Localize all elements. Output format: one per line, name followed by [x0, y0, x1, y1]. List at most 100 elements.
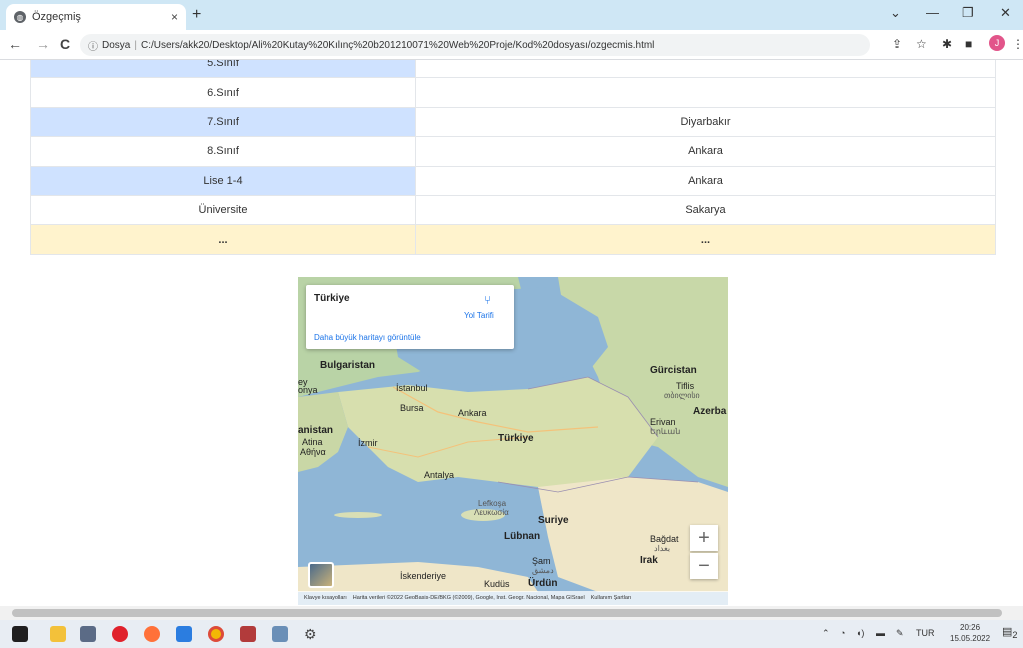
map-label-istanbul: İstanbul: [396, 383, 428, 393]
map-label-georgia: Gürcistan: [650, 365, 697, 376]
map-label-jerusalem: Kudüs: [484, 579, 510, 589]
education-city-cell: [415, 77, 996, 108]
vscode-icon[interactable]: [176, 626, 192, 642]
wifi-icon[interactable]: ◔: [840, 628, 845, 638]
share-icon[interactable]: ⇪: [892, 37, 902, 51]
education-level-cell: Lise 1-4: [30, 165, 416, 196]
map-label-lebanon: Lübnan: [504, 531, 541, 542]
education-level-cell: ...: [30, 224, 416, 255]
directions-link[interactable]: Yol Tarifi: [464, 311, 494, 320]
directions-icon[interactable]: ⑂: [484, 293, 498, 307]
map-label-azerbaijan: Azerba: [693, 406, 727, 417]
map-label-turkey: Türkiye: [498, 433, 534, 444]
volume-icon[interactable]: ◖): [856, 628, 864, 638]
language-indicator[interactable]: TUR: [916, 628, 935, 638]
start-icon[interactable]: [12, 626, 28, 642]
map-label-baghdad-local: بغداد: [654, 544, 671, 553]
menu-icon[interactable]: ⋮: [1012, 37, 1023, 51]
restore-button[interactable]: ❐: [962, 5, 974, 21]
forward-button[interactable]: →: [36, 36, 50, 52]
bookmark-star-icon[interactable]: ☆: [916, 37, 927, 51]
map-label-yerevan: Erivan: [650, 417, 676, 427]
education-level-cell: 6.Sınıf: [30, 77, 416, 108]
map-label-nicosia-local: Λευκωσία: [474, 508, 509, 517]
horizontal-scrollbar[interactable]: [0, 606, 1023, 620]
network-app-icon[interactable]: [80, 626, 96, 642]
map-data-text: Harita verileri ©2022 GeoBasis-DE/BKG (©…: [352, 595, 585, 601]
map-label-syria: Suriye: [538, 515, 569, 526]
map-label-antalya: Antalya: [424, 470, 455, 480]
map-label-nicosia: Lefkoşa: [478, 499, 507, 508]
satellite-toggle-thumbnail[interactable]: [308, 562, 334, 588]
side-panel-icon[interactable]: ■: [965, 37, 972, 51]
education-level-cell: 8.Sınıf: [30, 136, 416, 167]
minimize-button[interactable]: —: [926, 5, 939, 20]
clock[interactable]: 20:26 15.05.2022: [950, 622, 990, 644]
table-row: ......: [30, 224, 996, 255]
notifications-count: 2: [1012, 630, 1018, 641]
new-tab-button[interactable]: +: [192, 6, 201, 24]
profile-avatar[interactable]: J: [989, 35, 1005, 51]
larger-map-link[interactable]: Daha büyük haritayı görüntüle: [314, 333, 421, 342]
clock-date: 15.05.2022: [950, 634, 991, 643]
scrollbar-thumb[interactable]: [12, 609, 1002, 617]
map-attribution: Klavye kısayolları Harita verileri ©2022…: [298, 591, 728, 605]
file-explorer-icon[interactable]: [50, 626, 66, 642]
map-label-athens: Atina: [302, 437, 323, 447]
toolbar: ← → C ⓘ Dosya | C:/Users/akk20/Desktop/A…: [0, 30, 1023, 60]
back-button[interactable]: ←: [8, 36, 22, 52]
place-card: Türkiye ⑂ Yol Tarifi Daha büyük haritayı…: [306, 285, 514, 349]
map-label-edge-2: onya: [298, 385, 318, 395]
url-text: C:/Users/akk20/Desktop/Ali%20Kutay%20Kıl…: [140, 39, 655, 51]
table-row: 5.Sınıf: [30, 60, 996, 79]
education-city-cell: Ankara: [415, 165, 996, 196]
battery-icon[interactable]: ▬: [876, 628, 885, 638]
zoom-out-button[interactable]: −: [690, 553, 718, 579]
map-label-bursa: Bursa: [400, 403, 424, 413]
page-content: 5.Sınıf 6.Sınıf 7.Sınıf Diyarbakır 8.Sınıf An…: [0, 60, 1023, 606]
map-label-ankara: Ankara: [458, 408, 487, 418]
tab-strip: ◍ Özgeçmiş × + ⌄ — ❐ ✕: [0, 0, 1023, 30]
map-label-damascus-local: دمشق: [532, 566, 554, 575]
education-level-cell: Üniversite: [30, 194, 416, 226]
table-row: Lise 1-4 Ankara: [30, 165, 996, 196]
windows-taskbar: ⚙ ⌃ ◔ ◖) ▬ ✎ TUR 20:26 15.05.2022 ▤2: [0, 620, 1023, 648]
media-app-icon[interactable]: [272, 626, 288, 642]
google-map[interactable]: ey onya Bulgaristan İstanbul Bursa Ankar…: [298, 277, 728, 605]
education-city-cell: Sakarya: [415, 194, 996, 226]
table-row: 7.Sınıf Diyarbakır: [30, 106, 996, 138]
education-level-cell: 7.Sınıf: [30, 106, 416, 138]
tab-ozgecmis[interactable]: ◍ Özgeçmiş ×: [6, 4, 186, 30]
extensions-icon[interactable]: ✱: [942, 37, 952, 51]
chrome-icon[interactable]: [208, 626, 224, 642]
notifications-icon[interactable]: ▤2: [1002, 625, 1018, 640]
education-city-cell: Diyarbakır: [415, 106, 996, 138]
settings-gear-icon[interactable]: ⚙: [304, 626, 320, 642]
opera-icon[interactable]: [112, 626, 128, 642]
map-label-izmir: İzmir: [358, 438, 378, 448]
scheme-label: Dosya: [102, 39, 131, 51]
address-bar[interactable]: ⓘ Dosya | C:/Users/akk20/Desktop/Ali%20K…: [80, 34, 870, 56]
close-window-button[interactable]: ✕: [1000, 5, 1011, 21]
zoom-in-button[interactable]: +: [690, 525, 718, 551]
terms-link[interactable]: Kullanım Şartları: [591, 595, 632, 601]
tab-close-icon[interactable]: ×: [171, 10, 178, 24]
firefox-icon[interactable]: [144, 626, 160, 642]
map-label-baghdad: Bağdat: [650, 534, 679, 544]
education-city-cell: ...: [415, 224, 996, 255]
table-row: 8.Sınıf Ankara: [30, 136, 996, 167]
tab-search-icon[interactable]: ⌄: [890, 5, 901, 21]
map-label-athens-local: Αθήνα: [300, 447, 326, 457]
education-city-cell: Ankara: [415, 136, 996, 167]
keyboard-shortcuts-link[interactable]: Klavye kısayolları: [304, 595, 347, 601]
pen-icon[interactable]: ✎: [896, 628, 904, 639]
tray-chevron-icon[interactable]: ⌃: [822, 628, 830, 639]
winrar-icon[interactable]: [240, 626, 256, 642]
info-icon[interactable]: ⓘ: [88, 38, 98, 53]
place-title: Türkiye: [314, 293, 350, 304]
map-label-tbilisi-local: თბილისი: [664, 391, 700, 400]
address-separator: |: [134, 39, 137, 51]
map-label-damascus: Şam: [532, 556, 551, 566]
reload-button[interactable]: C: [60, 36, 70, 52]
education-level-cell: 5.Sınıf: [30, 60, 416, 79]
